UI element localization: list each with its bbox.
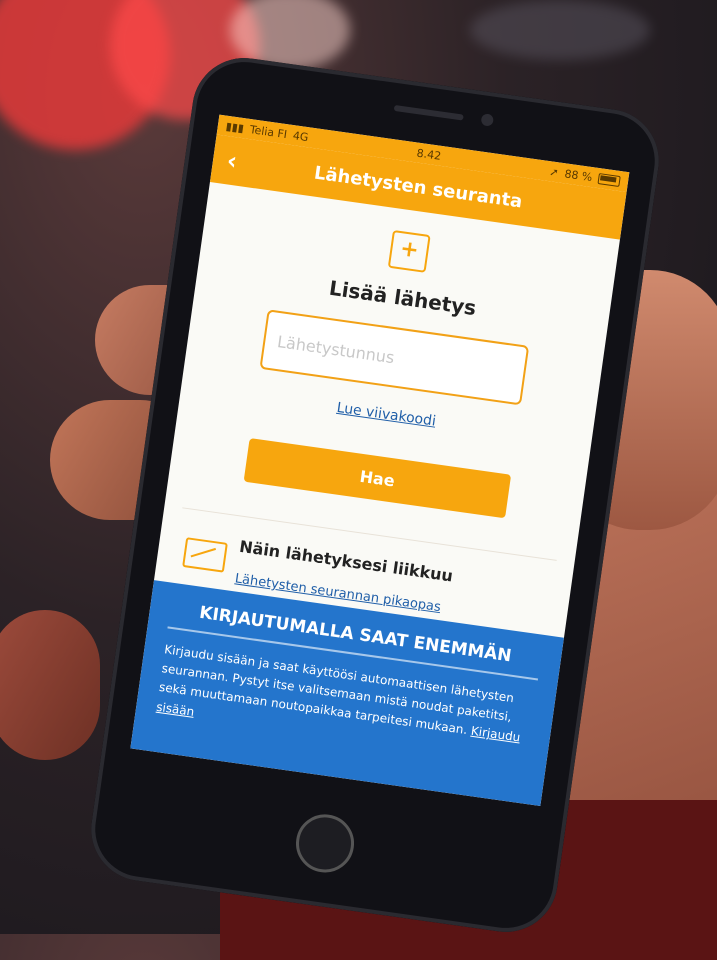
front-camera [480,113,495,127]
home-button[interactable] [292,810,358,877]
add-shipment-section: Lisää lähetys Lue viivakoodi Hae Näin lä… [155,182,620,633]
tracking-field [259,309,530,406]
time-label: 8.42 [415,146,443,163]
search-button[interactable]: Hae [243,438,512,519]
tracking-input[interactable] [264,329,525,385]
finger [0,610,100,760]
app-screen: ▮▮▮ Telia FI 4G 8.42 ➚ 88 % ‹ Lähetysten… [130,114,630,807]
chevron-left-icon[interactable]: ‹ [225,146,239,175]
barcode-link[interactable]: Lue viivakoodi [180,378,592,451]
carrier-label: Telia FI [248,122,288,141]
shipment-route-icon [182,537,228,573]
battery-label: 88 % [563,166,594,184]
network-label: 4G [292,128,310,144]
signal-icon: ▮▮▮ [225,119,245,135]
package-add-icon [387,229,431,273]
battery-icon [597,172,621,187]
background-light [470,0,650,60]
location-icon: ➚ [548,164,560,179]
speaker [393,104,464,121]
